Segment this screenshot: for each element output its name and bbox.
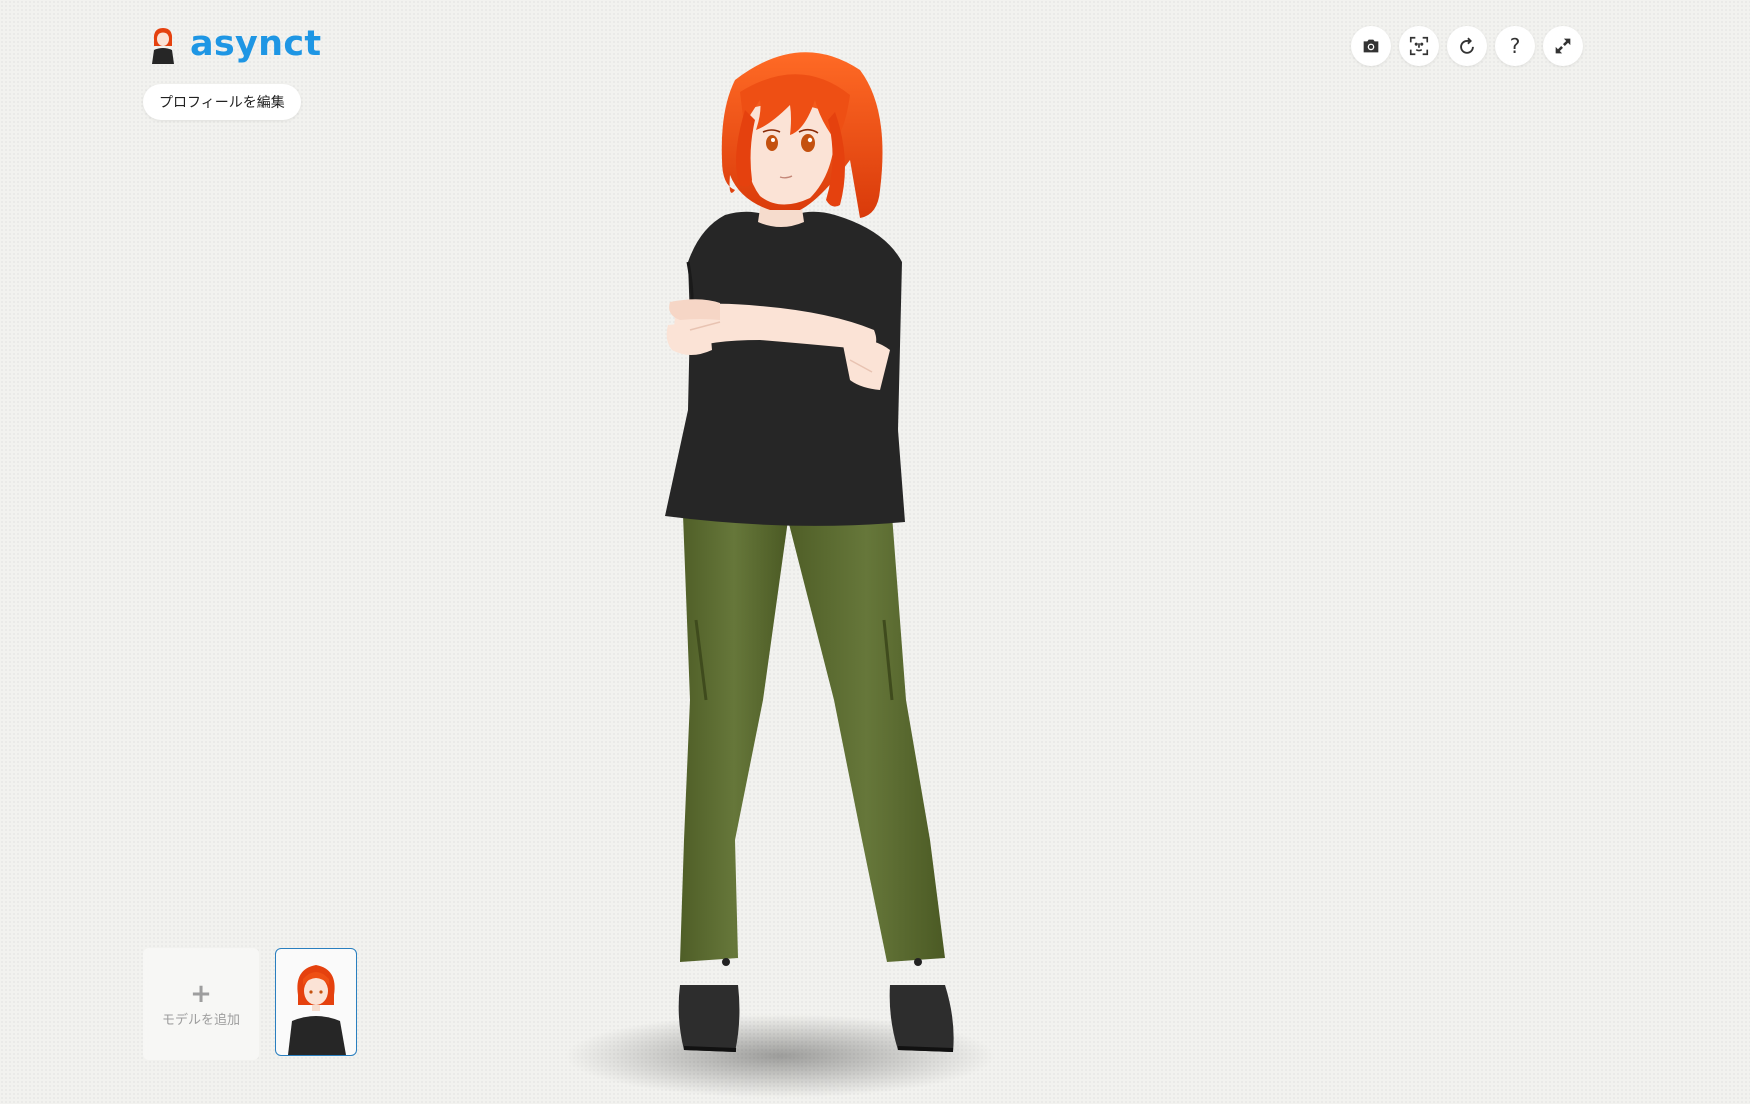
- right-leg: [788, 515, 945, 962]
- model-tray: + モデルを追加: [143, 948, 357, 1060]
- right-eye: [801, 134, 815, 152]
- add-model-label: モデルを追加: [161, 1012, 240, 1028]
- add-model-button[interactable]: + モデルを追加: [143, 948, 259, 1060]
- left-eye: [766, 135, 778, 151]
- right-shoe: [889, 985, 954, 1052]
- character-model: [665, 52, 954, 1052]
- avatar-3d-viewport[interactable]: [0, 0, 1750, 1104]
- model-thumbnail[interactable]: [275, 948, 357, 1056]
- left-shoe: [678, 985, 740, 1052]
- plus-icon: +: [190, 978, 212, 1009]
- model-thumbnail-image: [288, 965, 346, 1055]
- left-leg: [680, 515, 788, 962]
